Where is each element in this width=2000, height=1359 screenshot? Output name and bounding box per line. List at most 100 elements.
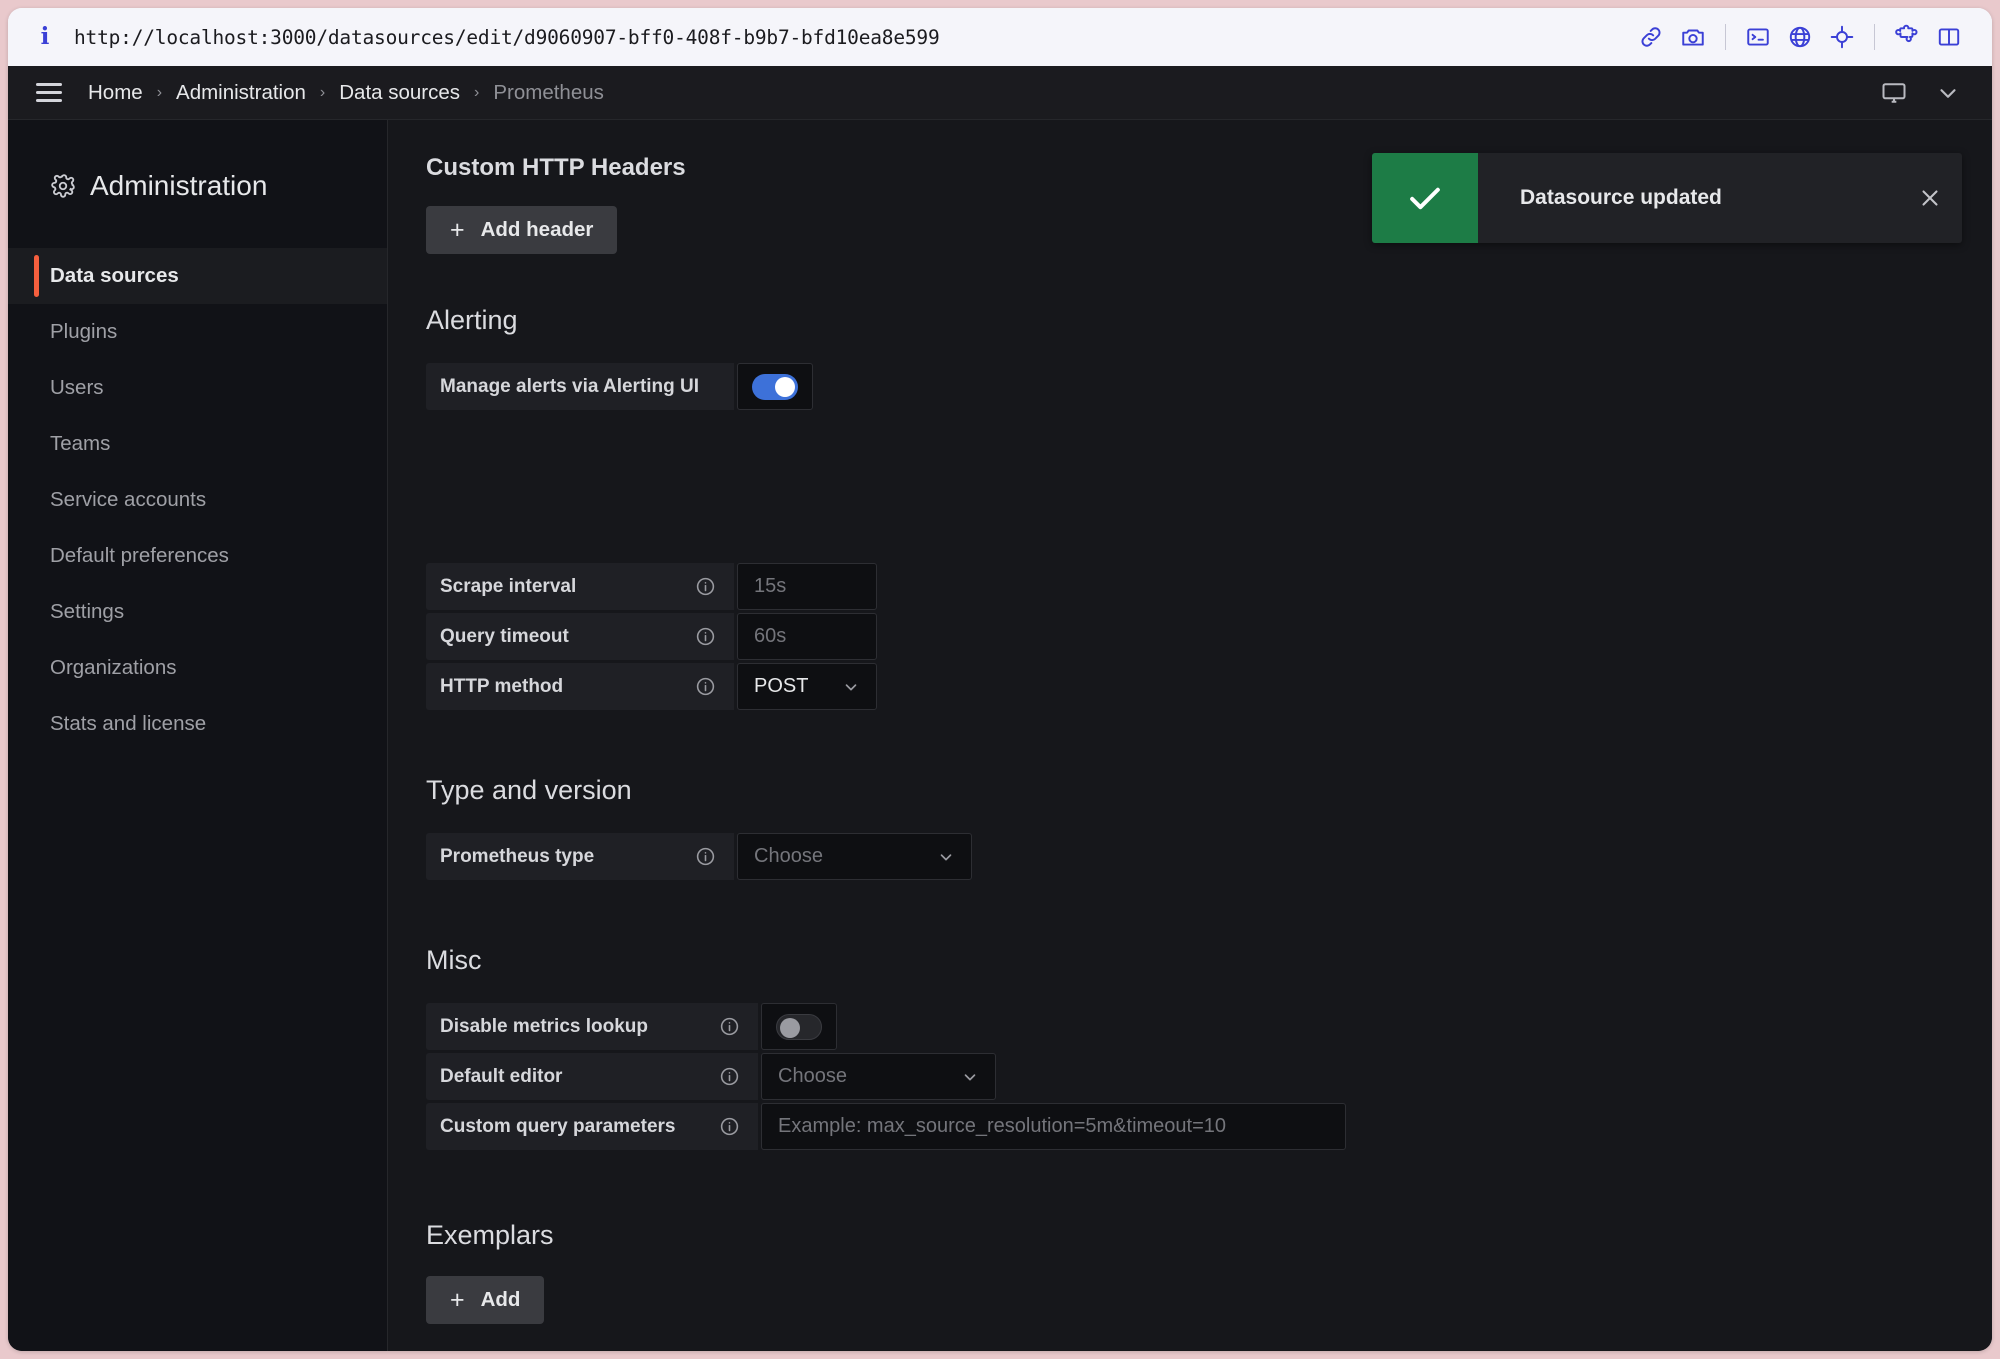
query-timeout-value: 60s xyxy=(754,625,787,647)
http-method-select[interactable]: POST xyxy=(737,663,877,710)
manage-alerts-label: Manage alerts via Alerting UI xyxy=(426,363,734,410)
field-label-text: Query timeout xyxy=(440,625,569,647)
globe-icon[interactable] xyxy=(1779,16,1821,58)
info-icon[interactable] xyxy=(719,1016,740,1037)
type-and-version-section: Type and version Prometheus type Choose xyxy=(426,775,972,883)
plus-icon: + xyxy=(450,215,465,244)
browser-window: i http://localhost:3000/datasources/edit… xyxy=(8,8,1992,1351)
sidebar-item-label: Data sources xyxy=(50,264,179,287)
toolbar-divider xyxy=(1874,24,1875,50)
section-heading-type-and-version: Type and version xyxy=(426,775,632,805)
target-icon[interactable] xyxy=(1821,16,1863,58)
sidebar-title: Administration xyxy=(8,170,387,202)
add-exemplar-button-label: Add xyxy=(480,1288,521,1311)
http-method-row: HTTP method POST xyxy=(426,663,877,710)
admin-sidebar: Administration Data sources Plugins User… xyxy=(8,120,388,1351)
sidebar-item-label: Users xyxy=(50,376,104,399)
gear-icon xyxy=(50,173,76,199)
field-label-text: HTTP method xyxy=(440,675,564,697)
site-info-icon[interactable]: i xyxy=(34,24,56,50)
exemplars-section: Exemplars + Add xyxy=(426,1220,554,1324)
sidebar-item-users[interactable]: Users xyxy=(8,360,387,416)
info-icon[interactable] xyxy=(695,626,716,647)
add-exemplar-button[interactable]: + Add xyxy=(426,1276,545,1324)
disable-metrics-lookup-row: Disable metrics lookup xyxy=(426,1003,1346,1050)
default-editor-row: Default editor Choose xyxy=(426,1053,1346,1100)
grafana-app: Home › Administration › Data sources › P… xyxy=(8,66,1992,1351)
chevron-down-icon[interactable] xyxy=(1928,73,1968,113)
breadcrumb-item-data-sources[interactable]: Data sources xyxy=(337,81,462,105)
alerting-section: Alerting Manage alerts via Alerting UI xyxy=(426,305,813,413)
link-icon[interactable] xyxy=(1630,16,1672,58)
prometheus-type-select[interactable]: Choose xyxy=(737,833,972,880)
toggle-switch-off[interactable] xyxy=(776,1013,822,1040)
breadcrumb: Home › Administration › Data sources › P… xyxy=(86,81,606,105)
custom-http-headers-section: Custom HTTP Headers + Add header xyxy=(426,154,686,254)
breadcrumb-separator-icon: › xyxy=(474,83,480,101)
hamburger-menu-icon[interactable] xyxy=(32,76,66,110)
info-icon[interactable] xyxy=(719,1066,740,1087)
scrape-interval-row: Scrape interval 15s xyxy=(426,563,877,610)
http-method-label: HTTP method xyxy=(426,663,734,710)
default-editor-select[interactable]: Choose xyxy=(761,1053,996,1100)
sidebar-item-default-preferences[interactable]: Default preferences xyxy=(8,528,387,584)
sidebar-item-organizations[interactable]: Organizations xyxy=(8,640,387,696)
terminal-icon[interactable] xyxy=(1737,16,1779,58)
close-icon[interactable] xyxy=(1898,153,1962,243)
toast-notification: Datasource updated xyxy=(1372,153,1962,243)
scrape-interval-value: 15s xyxy=(754,575,787,597)
add-header-button[interactable]: + Add header xyxy=(426,206,618,254)
scrape-interval-label: Scrape interval xyxy=(426,563,734,610)
custom-query-parameters-row: Custom query parameters Example: max_sou… xyxy=(426,1103,1346,1150)
custom-query-parameters-label: Custom query parameters xyxy=(426,1103,758,1150)
disable-metrics-lookup-toggle[interactable] xyxy=(761,1003,837,1050)
prometheus-type-row: Prometheus type Choose xyxy=(426,833,972,880)
misc-section: Misc Disable metrics lookup Default edit… xyxy=(426,945,1346,1153)
display-icon[interactable] xyxy=(1874,73,1914,113)
sidebar-item-label: Stats and license xyxy=(50,712,207,735)
http-method-value: POST xyxy=(754,675,809,697)
field-label-text: Disable metrics lookup xyxy=(440,1015,649,1037)
sidebar-item-label: Default preferences xyxy=(50,544,229,567)
breadcrumb-item-home[interactable]: Home xyxy=(86,81,145,105)
toggle-knob xyxy=(775,376,795,397)
sidebar-title-label: Administration xyxy=(90,170,268,201)
query-timeout-row: Query timeout 60s xyxy=(426,613,877,660)
datasource-settings-form: Custom HTTP Headers + Add header Alertin… xyxy=(388,120,1992,1351)
section-heading-misc: Misc xyxy=(426,945,482,975)
breadcrumb-item-administration[interactable]: Administration xyxy=(174,81,308,105)
sidebar-item-label: Plugins xyxy=(50,320,118,343)
puzzle-icon[interactable] xyxy=(1886,16,1928,58)
camera-icon[interactable] xyxy=(1672,16,1714,58)
field-label-text: Scrape interval xyxy=(440,575,577,597)
chevron-down-icon xyxy=(943,1068,979,1086)
info-icon[interactable] xyxy=(719,1116,740,1137)
field-label-text: Prometheus type xyxy=(440,845,595,867)
prometheus-type-value: Choose xyxy=(754,845,823,867)
scrape-interval-input[interactable]: 15s xyxy=(737,563,877,610)
manage-alerts-toggle[interactable] xyxy=(737,363,813,410)
url-text[interactable]: http://localhost:3000/datasources/edit/d… xyxy=(74,26,1612,49)
browser-url-bar: i http://localhost:3000/datasources/edit… xyxy=(8,8,1992,66)
custom-query-parameters-input[interactable]: Example: max_source_resolution=5m&timeou… xyxy=(761,1103,1346,1150)
toast-message: Datasource updated xyxy=(1520,186,1722,209)
add-header-button-label: Add header xyxy=(480,218,594,241)
sidebar-item-teams[interactable]: Teams xyxy=(8,416,387,472)
toolbar-divider xyxy=(1725,24,1726,50)
query-timeout-input[interactable]: 60s xyxy=(737,613,877,660)
toggle-switch-on[interactable] xyxy=(752,373,798,400)
sidebar-item-label: Service accounts xyxy=(50,488,207,511)
info-icon[interactable] xyxy=(695,676,716,697)
sidebar-item-settings[interactable]: Settings xyxy=(8,584,387,640)
info-icon[interactable] xyxy=(695,846,716,867)
toggle-knob xyxy=(780,1017,800,1038)
split-panel-icon[interactable] xyxy=(1928,16,1970,58)
sidebar-item-label: Organizations xyxy=(50,656,177,679)
sidebar-item-stats-and-license[interactable]: Stats and license xyxy=(8,696,387,752)
chevron-down-icon xyxy=(824,678,860,696)
disable-metrics-lookup-label: Disable metrics lookup xyxy=(426,1003,758,1050)
sidebar-item-service-accounts[interactable]: Service accounts xyxy=(8,472,387,528)
sidebar-item-data-sources[interactable]: Data sources xyxy=(8,248,387,304)
info-icon[interactable] xyxy=(695,576,716,597)
sidebar-item-plugins[interactable]: Plugins xyxy=(8,304,387,360)
